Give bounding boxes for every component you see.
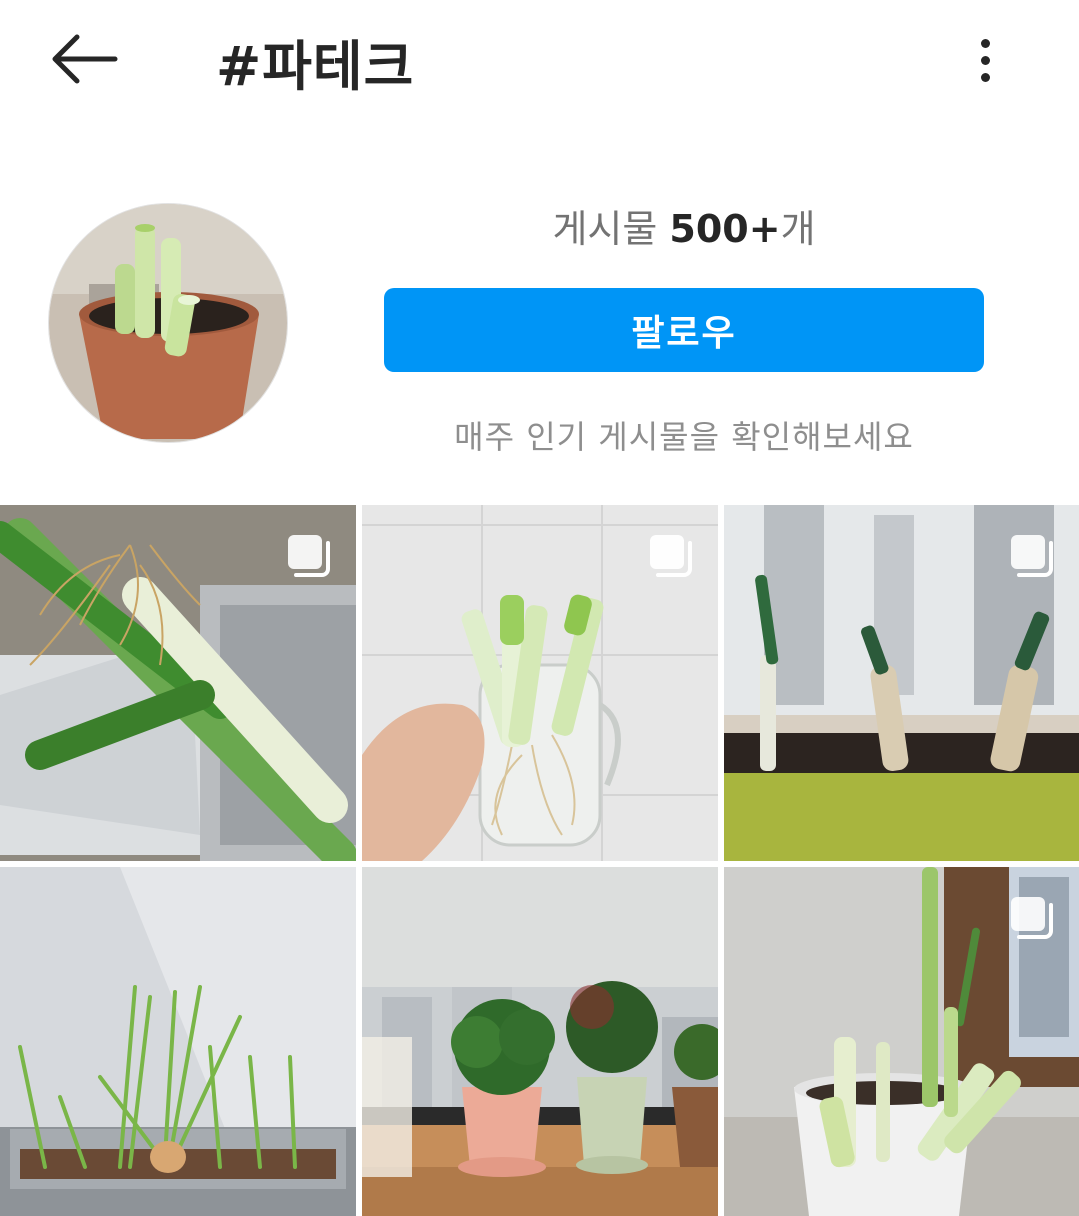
grid-post[interactable]: [362, 505, 718, 861]
carousel-icon: [288, 535, 330, 577]
more-options-button[interactable]: [962, 28, 1008, 92]
grid-post[interactable]: [362, 867, 718, 1216]
hashtag-avatar: [48, 203, 288, 443]
grid-post[interactable]: [724, 505, 1079, 861]
post-grid: [0, 505, 1079, 1216]
page-title: #파테크: [216, 35, 415, 98]
posts-label: 게시물: [552, 207, 658, 251]
more-vertical-icon-dot: [980, 55, 990, 65]
top-bar: #파테크: [0, 0, 1079, 120]
carousel-icon: [1011, 897, 1053, 939]
carousel-icon: [1011, 535, 1053, 577]
more-vertical-icon: [980, 38, 990, 48]
posts-count: 게시물 500+개: [384, 198, 984, 253]
grid-post[interactable]: [0, 867, 356, 1216]
posts-number: 500+: [669, 207, 781, 251]
arrow-left-icon: [52, 34, 118, 84]
posts-suffix: 개: [780, 207, 816, 251]
post-image: [362, 867, 718, 1216]
grid-post[interactable]: [724, 867, 1079, 1216]
grid-post[interactable]: [0, 505, 356, 861]
carousel-icon: [650, 535, 692, 577]
post-image: [0, 867, 356, 1216]
weekly-popular-text: 매주 인기 게시물을 확인해보세요: [454, 418, 914, 456]
back-button[interactable]: [46, 24, 122, 94]
more-vertical-icon-dot: [980, 72, 990, 82]
follow-button[interactable]: 팔로우: [384, 288, 984, 372]
